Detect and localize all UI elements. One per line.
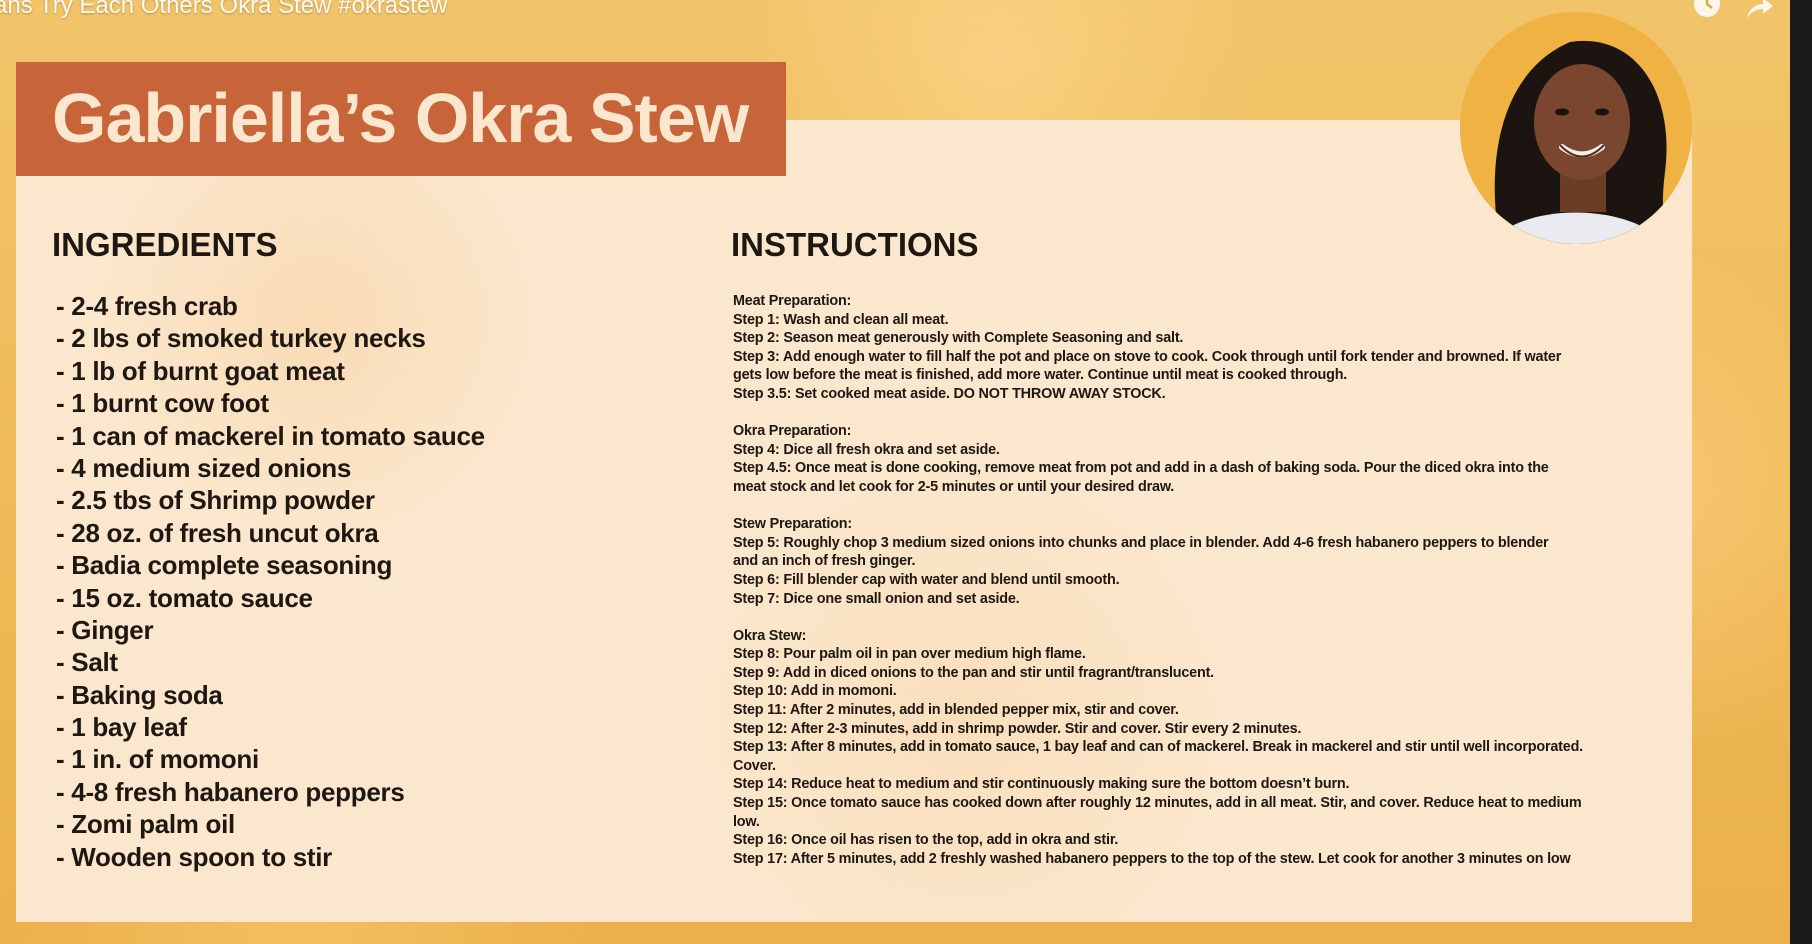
instruction-step: Step 16: Once oil has risen to the top, … [733, 832, 1119, 849]
recipe-title: Gabriella’s Okra Stew [52, 79, 749, 157]
ingredient-item: - 2-4 fresh crab [56, 291, 238, 321]
instruction-step: Step 6: Fill blender cap with water and … [733, 571, 1120, 588]
instruction-step: Step 13: After 8 minutes, add in tomato … [733, 739, 1583, 756]
instruction-section: Stew Preparation: Step 5: Roughly chop 3 … [733, 515, 1658, 608]
instruction-step: meat stock and let cook for 2-5 minutes … [733, 478, 1175, 495]
instruction-step: Step 15: Once tomato sauce has cooked do… [733, 795, 1582, 812]
ingredient-item: - Zomi palm oil [56, 809, 235, 840]
ingredient-item: - Baking soda [56, 679, 223, 710]
instruction-step: Step 9: Add in diced onions to the pan a… [733, 664, 1214, 681]
player-edge [1790, 0, 1812, 944]
video-title[interactable]: ans Try Each Others Okra Stew #okrastew [0, 0, 448, 20]
instruction-section: Meat Preparation: Step 1: Wash and clean … [733, 292, 1658, 404]
ingredient-item: - 1 bay leaf [56, 712, 187, 743]
instruction-step: low. [733, 813, 760, 830]
ingredient-item: - 1 in. of momoni [56, 744, 259, 775]
ingredient-item: - 28 oz. of fresh uncut okra [56, 517, 379, 548]
avatar [1460, 12, 1692, 244]
ingredient-item: - 2.5 tbs of Shrimp powder [56, 485, 375, 516]
instruction-step: Step 4: Dice all fresh okra and set asid… [733, 441, 1000, 458]
instruction-step: Step 10: Add in momoni. [733, 683, 897, 700]
clock-icon[interactable] [1690, 0, 1724, 20]
instruction-step: and an inch of fresh ginger. [733, 553, 916, 570]
instruction-step: Step 11: After 2 minutes, add in blended… [733, 702, 1179, 719]
instruction-step: Step 4.5: Once meat is done cooking, rem… [733, 460, 1549, 477]
ingredient-item: - 1 burnt cow foot [56, 388, 269, 419]
instruction-step: Step 17: After 5 minutes, add 2 freshly … [733, 850, 1571, 867]
overlay-controls [1690, 0, 1776, 20]
ingredient-item: - Salt [56, 647, 118, 678]
instruction-step: Step 1: Wash and clean all meat. [733, 311, 949, 328]
ingredients-list: - 2-4 fresh crab - 2 lbs of smoked turkey… [56, 290, 485, 873]
instruction-section: Okra Preparation: Step 4: Dice all fresh … [733, 422, 1658, 496]
instruction-section-heading: Okra Stew: [733, 627, 807, 644]
instruction-section-heading: Okra Preparation: [733, 423, 852, 440]
ingredients-heading: INGREDIENTS [52, 226, 278, 263]
ingredient-item: - 1 lb of burnt goat meat [56, 355, 345, 386]
instruction-step: Step 3.5: Set cooked meat aside. DO NOT … [733, 385, 1166, 402]
instruction-step: Step 12: After 2-3 minutes, add in shrim… [733, 720, 1302, 737]
instruction-step: Step 5: Roughly chop 3 medium sized onio… [733, 534, 1549, 551]
instruction-step: Step 14: Reduce heat to medium and stir … [733, 776, 1350, 793]
instruction-step: gets low before the meat is finished, ad… [733, 367, 1348, 384]
instructions-body: Meat Preparation: Step 1: Wash and clean … [733, 292, 1658, 887]
instruction-step: Step 2: Season meat generously with Comp… [733, 330, 1184, 347]
instructions-heading: INSTRUCTIONS [731, 226, 979, 263]
ingredient-item: - 2 lbs of smoked turkey necks [56, 323, 426, 354]
share-icon[interactable] [1742, 0, 1776, 20]
instruction-section-heading: Stew Preparation: [733, 516, 852, 533]
instruction-step: Cover. [733, 757, 776, 774]
ingredient-item: - 1 can of mackerel in tomato sauce [56, 420, 485, 451]
ingredient-item: - 15 oz. tomato sauce [56, 582, 313, 613]
instruction-section-heading: Meat Preparation: [733, 293, 852, 309]
instruction-step: Step 7: Dice one small onion and set asi… [733, 590, 1020, 607]
instruction-step: Step 3: Add enough water to fill half th… [733, 348, 1562, 365]
ingredient-item: - 4 medium sized onions [56, 452, 352, 483]
ingredient-item: - 4-8 fresh habanero peppers [56, 776, 405, 807]
ingredient-item: - Badia complete seasoning [56, 550, 393, 581]
ingredient-item: - Wooden spoon to stir [56, 841, 332, 872]
instruction-section: Okra Stew: Step 8: Pour palm oil in pan o… [733, 627, 1658, 869]
instruction-step: Step 8: Pour palm oil in pan over medium… [733, 646, 1086, 663]
ingredient-item: - Ginger [56, 614, 154, 645]
